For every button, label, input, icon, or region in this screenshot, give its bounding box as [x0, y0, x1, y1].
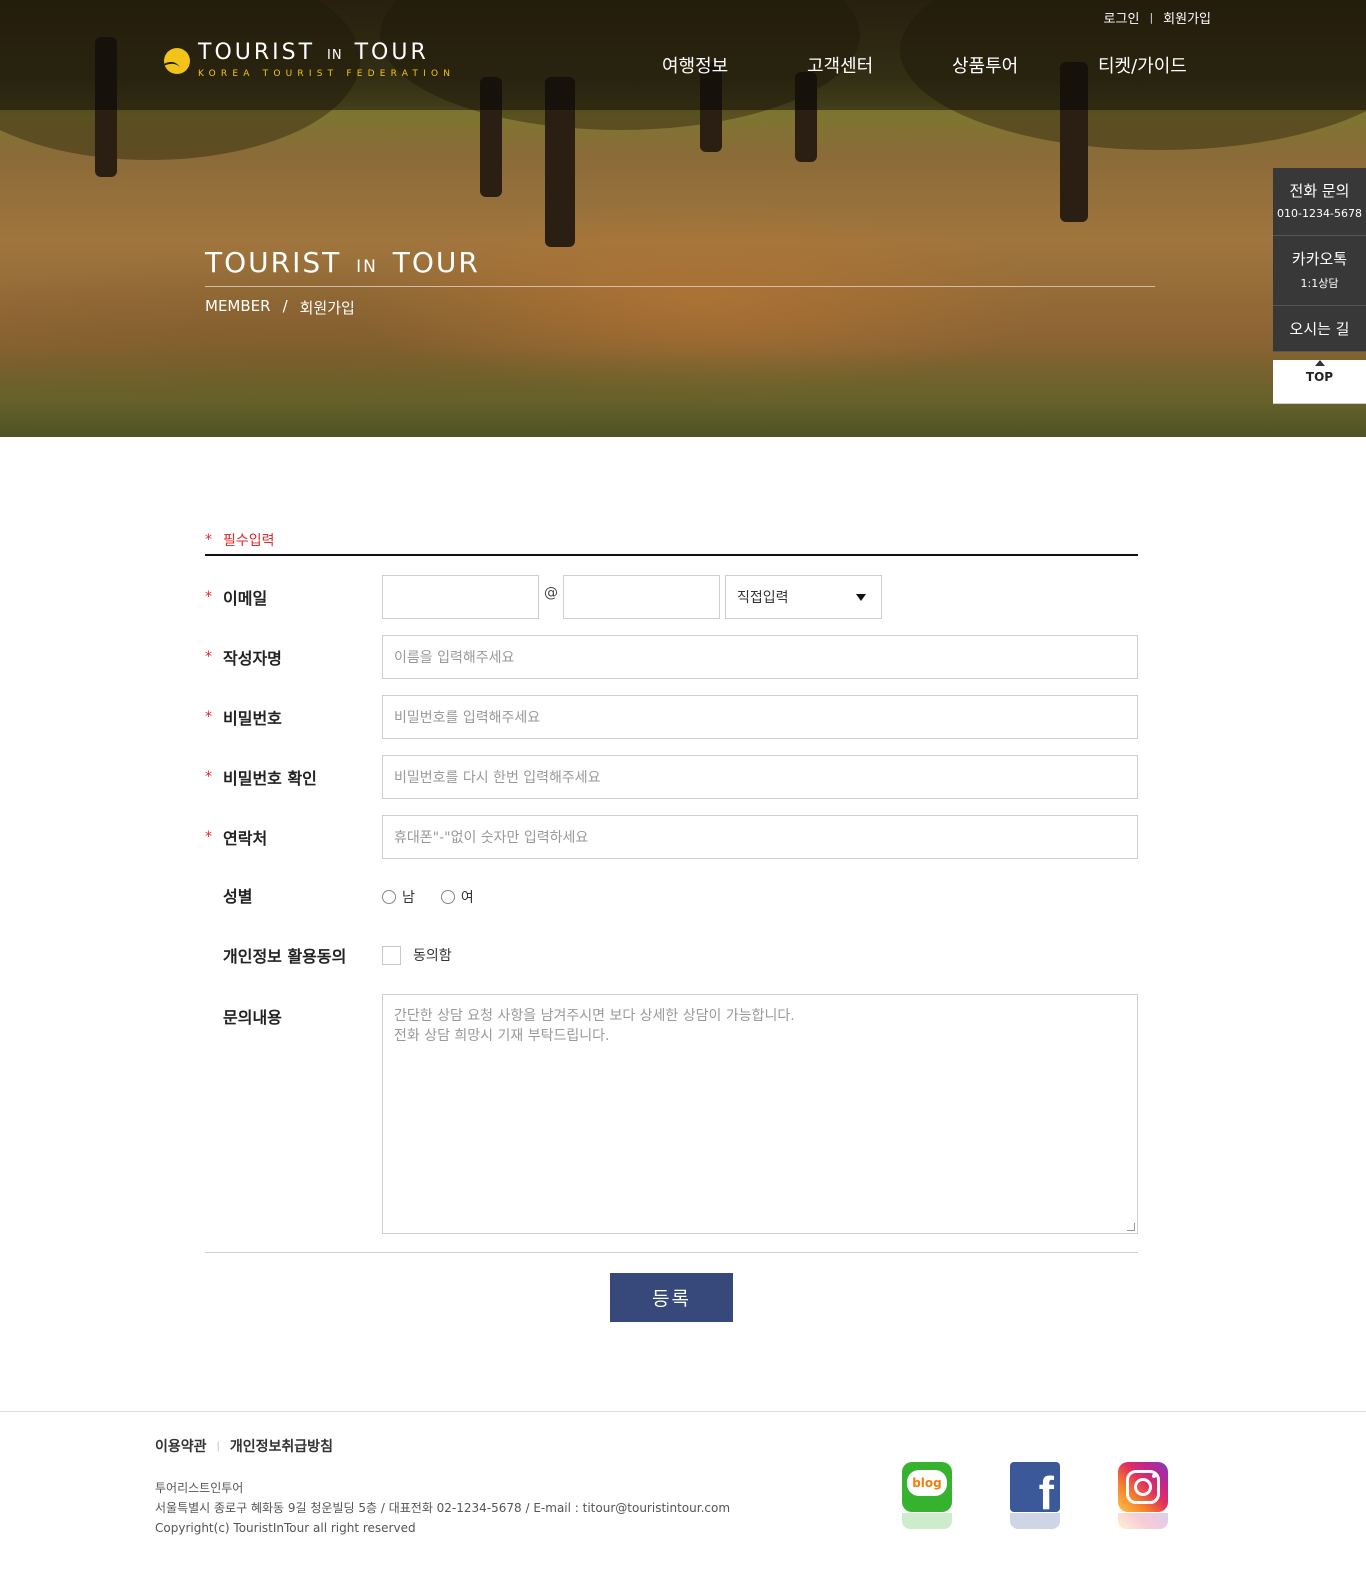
quick-kakao-sub: 1:1상담	[1300, 277, 1339, 290]
gender-row: 성별 남 여	[205, 881, 1138, 911]
required-note-text: 필수입력	[223, 532, 275, 549]
facebook-icon: f	[1010, 1462, 1060, 1512]
inquiry-row: 문의내용 간단한 상담 요청 사항을 남겨주시면 보다 상세한 상담이 가능합니…	[205, 994, 1138, 1234]
page-title: TOURIST IN TOUR	[205, 246, 1155, 287]
quick-directions[interactable]: 오시는 길	[1273, 306, 1366, 352]
nav-item-ticket-guide[interactable]: 티켓/가이드	[1098, 52, 1187, 78]
company-address: 서울특별시 종로구 혜화동 9길 청운빌딩 5층 / 대표전화 02-1234-…	[155, 1501, 731, 1515]
name-row: * 작성자명 이름을 입력해주세요	[205, 635, 1138, 679]
email-domain-select-value: 직접입력	[737, 590, 789, 606]
hero-banner: TOURIST IN TOUR KOREA TOURIST FEDERATION…	[0, 0, 1366, 437]
nav-item-customer-center[interactable]: 고객센터	[807, 52, 873, 78]
privacy-agree-label[interactable]: 동의함	[413, 945, 452, 965]
password-label: * 비밀번호	[205, 709, 282, 728]
required-star: *	[205, 531, 212, 548]
privacy-agree-checkbox[interactable]	[382, 945, 401, 965]
gender-options: 남 여	[382, 887, 474, 907]
instagram-link[interactable]	[1118, 1462, 1168, 1529]
privacy-label: 개인정보 활용동의	[223, 947, 347, 966]
quick-phone-label: 전화 문의	[1289, 182, 1350, 200]
utility-links: 로그인 | 회원가입	[1104, 8, 1211, 27]
email-domain-select[interactable]: 직접입력	[725, 575, 882, 619]
scroll-top-label: TOP	[1305, 370, 1334, 384]
main-nav: 여행정보 고객센터 상품투어 티켓/가이드	[0, 52, 1366, 82]
footer-info: 투어리스트인투어 서울특별시 종로구 혜화동 9길 청운빌딩 5층 / 대표전화…	[155, 1478, 730, 1538]
breadcrumb: MEMBER / 회원가입	[205, 297, 355, 318]
blog-icon: blog	[902, 1462, 952, 1512]
quick-phone-number: 010-1234-5678	[1277, 207, 1362, 220]
breadcrumb-separator: /	[282, 297, 288, 315]
gender-female-label[interactable]: 여	[461, 887, 474, 907]
util-separator: |	[1149, 11, 1154, 24]
password-row: * 비밀번호 비밀번호를 입력해주세요	[205, 695, 1138, 739]
quick-phone-inquiry[interactable]: 전화 문의 010-1234-5678	[1273, 168, 1366, 236]
quick-directions-label: 오시는 길	[1289, 320, 1350, 338]
privacy-row: 개인정보 활용동의 동의함	[205, 941, 1138, 971]
inquiry-placeholder-line2: 전화 상담 희망시 기재 부탁드립니다.	[394, 1028, 610, 1044]
breadcrumb-page: 회원가입	[299, 299, 355, 317]
password-confirm-input[interactable]: 비밀번호를 다시 한번 입력해주세요	[382, 755, 1138, 799]
name-label: * 작성자명	[205, 649, 282, 668]
breadcrumb-section[interactable]: MEMBER	[205, 297, 271, 318]
company-name: 투어리스트인투어	[155, 1481, 244, 1495]
name-input[interactable]: 이름을 입력해주세요	[382, 635, 1138, 679]
caret-down-icon	[856, 593, 866, 601]
gender-male-radio[interactable]	[382, 890, 396, 904]
footer: 이용약관 | 개인정보취급방침 투어리스트인투어 서울특별시 종로구 혜화동 9…	[0, 1411, 1366, 1596]
phone-row: * 연락처 휴대폰"-"없이 숫자만 입력하세요	[205, 815, 1138, 859]
email-domain-input[interactable]	[563, 575, 720, 619]
phone-label: * 연락처	[205, 829, 268, 848]
privacy-consent: 동의함	[382, 945, 452, 965]
nav-item-travel-info[interactable]: 여행정보	[662, 52, 728, 78]
footer-separator: |	[216, 1440, 220, 1452]
email-label: * 이메일	[205, 589, 268, 608]
privacy-policy-link[interactable]: 개인정보취급방침	[230, 1436, 333, 1456]
email-id-input[interactable]	[382, 575, 539, 619]
password-confirm-label: * 비밀번호 확인	[205, 769, 317, 788]
inquiry-label: 문의내용	[223, 1008, 282, 1027]
submit-button[interactable]: 등록	[610, 1273, 733, 1322]
password-input[interactable]: 비밀번호를 입력해주세요	[382, 695, 1138, 739]
quick-menu: 전화 문의 010-1234-5678 카카오톡 1:1상담 오시는 길 TOP	[1273, 168, 1366, 404]
footer-links: 이용약관 | 개인정보취급방침	[155, 1436, 333, 1456]
inquiry-placeholder-line1: 간단한 상담 요청 사항을 남겨주시면 보다 상세한 상담이 가능합니다.	[394, 1008, 795, 1024]
copyright: Copyright(c) TouristInTour all right res…	[155, 1521, 416, 1535]
quick-kakao-label: 카카오톡	[1291, 250, 1348, 268]
arrow-up-icon	[1314, 360, 1325, 366]
resize-grip-icon[interactable]	[1127, 1223, 1135, 1231]
quick-kakao-chat[interactable]: 카카오톡 1:1상담	[1273, 236, 1366, 306]
email-at-sign: @	[544, 585, 558, 601]
form-divider	[205, 1252, 1138, 1253]
blog-link[interactable]: blog	[902, 1462, 952, 1529]
email-row: * 이메일 @ 직접입력	[205, 575, 1138, 619]
signup-link[interactable]: 회원가입	[1163, 8, 1211, 27]
gender-label: 성별	[223, 887, 253, 906]
phone-input[interactable]: 휴대폰"-"없이 숫자만 입력하세요	[382, 815, 1138, 859]
inquiry-textarea[interactable]: 간단한 상담 요청 사항을 남겨주시면 보다 상세한 상담이 가능합니다. 전화…	[382, 994, 1138, 1234]
required-note: * 필수입력	[205, 525, 1138, 556]
gender-male-label[interactable]: 남	[402, 887, 415, 907]
nav-item-product-tour[interactable]: 상품투어	[952, 52, 1018, 78]
terms-link[interactable]: 이용약관	[155, 1436, 207, 1456]
facebook-link[interactable]: f	[1010, 1462, 1060, 1529]
signup-form: * 필수입력 * 이메일 @ 직접입력 * 작성자명 이름을 입력해주세요 * 비밀번…	[205, 525, 1138, 1322]
password-confirm-row: * 비밀번호 확인 비밀번호를 다시 한번 입력해주세요	[205, 755, 1138, 799]
login-link[interactable]: 로그인	[1104, 8, 1140, 27]
gender-female-radio[interactable]	[440, 890, 455, 904]
instagram-icon	[1118, 1462, 1168, 1512]
scroll-top-button[interactable]: TOP	[1273, 360, 1366, 404]
